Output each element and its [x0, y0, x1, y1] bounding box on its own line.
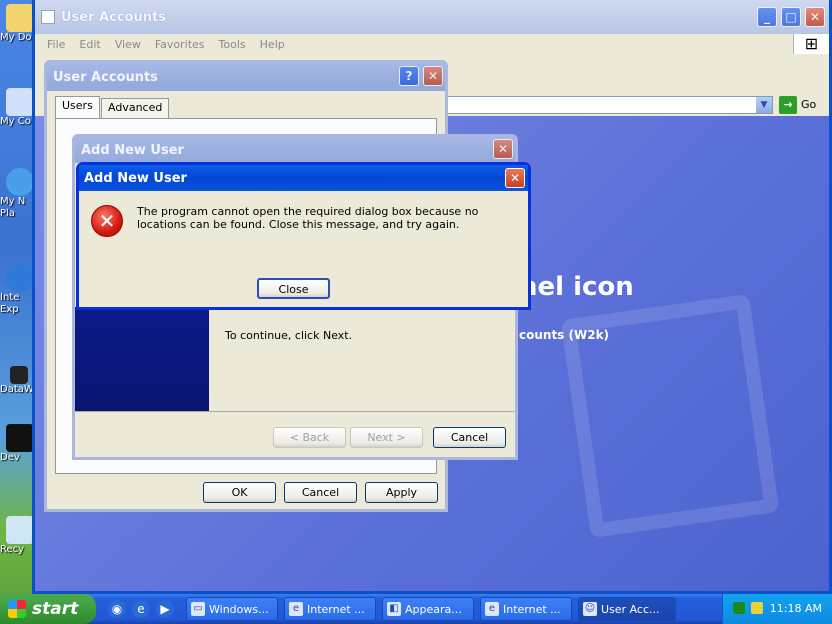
user-accounts-titlebar[interactable]: User Accounts	[47, 63, 445, 91]
task-internet-2[interactable]: e Internet ...	[480, 597, 572, 621]
computer-icon	[6, 88, 34, 116]
address-input[interactable]: ▼	[443, 96, 773, 114]
task-label: Internet ...	[503, 602, 561, 616]
explorer-title: User Accounts	[61, 9, 166, 25]
close-button[interactable]: ✕	[805, 7, 825, 27]
error-titlebar[interactable]: Add New User	[79, 165, 528, 191]
desktop-icon-my-documents[interactable]: My Do	[0, 4, 34, 44]
desktop-icon-dev[interactable]: Dev	[0, 424, 34, 464]
taskbar: start ◉ e ▶ ▭ Windows... e Internet ... …	[0, 594, 832, 624]
desktop-icon-label: Dev	[0, 452, 20, 463]
clock[interactable]: 11:18 AM	[770, 602, 822, 615]
wizard-title: Add New User	[81, 142, 184, 158]
task-label: User Acc...	[601, 602, 660, 616]
system-tray: 11:18 AM	[722, 594, 832, 624]
help-button[interactable]: ?	[399, 66, 419, 86]
ie-icon: e	[485, 602, 499, 616]
users-icon: ☺	[583, 602, 597, 616]
windows-logo-icon	[8, 600, 26, 618]
desktop-icon-internet-explorer[interactable]: Inte Exp	[0, 264, 34, 316]
divider	[75, 411, 515, 412]
recycle-bin-icon	[6, 516, 34, 544]
desktop-icon-my-network-places[interactable]: My N Pla	[0, 168, 34, 220]
wizard-banner-image	[75, 307, 209, 411]
control-panel-icon	[41, 10, 55, 24]
desktop-icon-recycle-bin[interactable]: Recy	[0, 516, 34, 556]
menu-favorites[interactable]: Favorites	[155, 38, 205, 51]
close-button[interactable]: Close	[257, 278, 330, 299]
next-button[interactable]: Next >	[350, 427, 423, 448]
ie-icon: e	[289, 602, 303, 616]
desktop-icon-my-computer[interactable]: My Co	[0, 88, 34, 128]
go-button-label[interactable]: Go	[801, 98, 816, 111]
task-user-accounts[interactable]: ☺ User Acc...	[578, 597, 676, 621]
desktop-icon-label: DataW	[0, 384, 34, 395]
quicklaunch-ie-icon[interactable]: e	[132, 600, 150, 618]
quicklaunch-desktop-icon[interactable]: ◉	[108, 600, 126, 618]
minimize-button[interactable]: _	[757, 7, 777, 27]
window-icon: ▭	[191, 602, 205, 616]
chevron-down-icon[interactable]: ▼	[756, 97, 772, 113]
cancel-button[interactable]: Cancel	[433, 427, 506, 448]
shortcut-icon	[6, 424, 34, 452]
ok-button[interactable]: OK	[203, 482, 276, 503]
menu-help[interactable]: Help	[260, 38, 285, 51]
start-label: start	[32, 599, 79, 619]
folder-icon	[6, 4, 34, 32]
apply-button[interactable]: Apply	[365, 482, 438, 503]
desktop-icon-label: My N Pla	[0, 196, 26, 219]
close-button[interactable]: ✕	[493, 139, 513, 159]
display-icon: ◧	[387, 602, 401, 616]
task-appearance[interactable]: ◧ Appeara...	[382, 597, 474, 621]
quicklaunch-media-icon[interactable]: ▶	[156, 600, 174, 618]
content-heading: nel icon	[519, 272, 634, 302]
menu-view[interactable]: View	[115, 38, 141, 51]
menu-tools[interactable]: Tools	[219, 38, 246, 51]
error-icon: ✕	[91, 205, 123, 237]
wizard-body-text: To continue, click Next.	[225, 329, 353, 342]
menu-edit[interactable]: Edit	[79, 38, 100, 51]
task-windows[interactable]: ▭ Windows...	[186, 597, 278, 621]
desktop-icon-label: Recy	[0, 544, 25, 555]
back-button[interactable]: < Back	[273, 427, 346, 448]
windows-flag-icon: ⊞	[793, 34, 829, 54]
error-message: The program cannot open the required dia…	[137, 205, 479, 231]
tray-security-icon[interactable]	[751, 602, 763, 614]
close-button[interactable]: ✕	[423, 66, 443, 86]
go-arrow-icon[interactable]: →	[779, 96, 797, 114]
task-label: Appeara...	[405, 602, 462, 616]
task-label: Windows...	[209, 602, 269, 616]
error-dialog: Add New User ✕ ✕ The program cannot open…	[76, 162, 531, 310]
maximize-button[interactable]: □	[781, 7, 801, 27]
task-label: Internet ...	[307, 602, 365, 616]
close-button[interactable]: ✕	[505, 168, 525, 188]
tab-advanced[interactable]: Advanced	[101, 98, 170, 118]
user-accounts-title: User Accounts	[53, 69, 158, 85]
start-button[interactable]: start	[0, 594, 96, 624]
shortcut-icon	[10, 366, 28, 384]
desktop-icon-label: My Co	[0, 116, 31, 127]
error-title: Add New User	[84, 170, 187, 186]
menu-bar: File Edit View Favorites Tools Help	[35, 34, 829, 54]
menu-file[interactable]: File	[47, 38, 65, 51]
ie-icon	[6, 264, 34, 292]
network-icon	[6, 168, 34, 196]
desktop-icon-label: Inte Exp	[0, 292, 20, 315]
explorer-titlebar[interactable]: User Accounts	[35, 0, 829, 34]
desktop-icon-dataw[interactable]: DataW	[0, 366, 34, 396]
task-internet-1[interactable]: e Internet ...	[284, 597, 376, 621]
wizard-titlebar[interactable]: Add New User	[75, 137, 515, 163]
tray-network-icon[interactable]	[733, 602, 745, 614]
desktop-icon-label: My Do	[0, 32, 32, 43]
tab-users[interactable]: Users	[55, 96, 100, 118]
content-subheading[interactable]: counts (W2k)	[519, 328, 609, 342]
cancel-button[interactable]: Cancel	[284, 482, 357, 503]
